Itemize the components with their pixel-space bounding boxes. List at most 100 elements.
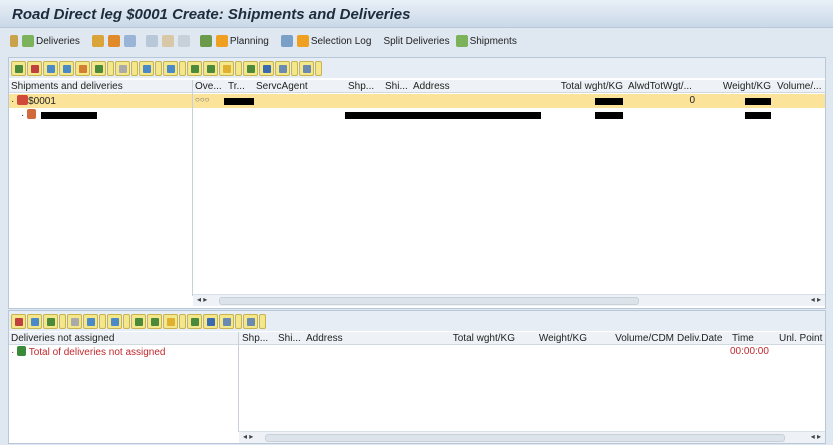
up-icon[interactable] bbox=[43, 60, 58, 76]
info-icon[interactable] bbox=[275, 60, 290, 76]
planning-button[interactable]: Planning bbox=[215, 35, 269, 47]
col-total-weight[interactable]: Total wght/KG bbox=[429, 333, 515, 344]
redacted-value bbox=[41, 112, 97, 119]
top-icon[interactable] bbox=[59, 60, 74, 76]
scroll-right-icon[interactable]: ◂ ▸ bbox=[811, 295, 821, 304]
col-unloading-point[interactable]: Unl. Point bbox=[779, 333, 822, 344]
scroll-left-icon[interactable]: ◂ ▸ bbox=[243, 432, 253, 441]
table-row[interactable]: · bbox=[9, 108, 825, 122]
dropdown-icon[interactable] bbox=[131, 60, 138, 76]
redacted-value bbox=[595, 112, 623, 119]
up-icon[interactable] bbox=[27, 313, 42, 329]
split-deliveries-button[interactable]: Split Deliveries bbox=[383, 36, 449, 47]
move-down-icon[interactable] bbox=[177, 35, 190, 47]
dropdown-icon[interactable] bbox=[315, 60, 322, 76]
collapse-icon[interactable] bbox=[11, 313, 26, 329]
info-icon[interactable] bbox=[219, 313, 234, 329]
col-ship-to[interactable]: Shi... bbox=[278, 333, 301, 344]
col-address[interactable]: Address bbox=[413, 81, 450, 92]
move-up-icon[interactable] bbox=[161, 35, 174, 47]
splitter[interactable] bbox=[192, 80, 193, 296]
scroll-left-icon[interactable]: ◂ ▸ bbox=[197, 295, 207, 304]
tree-node[interactable]: · Total of deliveries not assigned bbox=[11, 346, 165, 358]
selection-log-button[interactable]: Selection Log bbox=[296, 35, 371, 47]
col-volume[interactable]: Volume/CDM bbox=[591, 333, 674, 344]
col-transport[interactable]: Tr... bbox=[228, 81, 245, 92]
filter-icon[interactable] bbox=[139, 60, 154, 76]
sort-asc-icon[interactable] bbox=[187, 60, 202, 76]
tree-node[interactable]: · bbox=[21, 109, 37, 121]
col-address[interactable]: Address bbox=[306, 333, 343, 344]
shipment-icon bbox=[17, 95, 29, 105]
col-overview[interactable]: Ove... bbox=[195, 81, 222, 92]
sum-icon[interactable] bbox=[187, 313, 202, 329]
dropdown-icon[interactable] bbox=[179, 313, 186, 329]
splitter[interactable] bbox=[238, 332, 239, 432]
filter-icon[interactable] bbox=[83, 313, 98, 329]
horizontal-scrollbar[interactable]: ◂ ▸ ◂ ▸ bbox=[193, 294, 825, 306]
shipments-icon bbox=[455, 35, 468, 47]
dropdown-icon[interactable] bbox=[155, 60, 162, 76]
sort-icon[interactable] bbox=[163, 60, 178, 76]
shipments-button[interactable]: Shipments bbox=[455, 35, 517, 47]
col-weight[interactable]: Weight/KG bbox=[699, 81, 771, 92]
col-volume[interactable]: Volume/... bbox=[777, 81, 821, 92]
col-shipping-point[interactable]: Shp... bbox=[348, 81, 374, 92]
table-row[interactable]: · Total of deliveries not assigned 00:00… bbox=[9, 345, 825, 359]
layout-icon[interactable] bbox=[75, 60, 90, 76]
sum-icon[interactable] bbox=[243, 60, 258, 76]
col-weight[interactable]: Weight/KG bbox=[519, 333, 587, 344]
sort-asc-icon[interactable] bbox=[131, 313, 146, 329]
col-delivery-date[interactable]: Deliv.Date bbox=[677, 333, 722, 344]
dropdown-icon[interactable] bbox=[291, 60, 298, 76]
find-icon[interactable] bbox=[259, 60, 274, 76]
col-shipping-point[interactable]: Shp... bbox=[242, 333, 268, 344]
detail-icon[interactable] bbox=[67, 313, 82, 329]
scroll-thumb[interactable] bbox=[219, 297, 639, 305]
select-icon[interactable] bbox=[163, 313, 178, 329]
col-tree[interactable]: Deliveries not assigned bbox=[11, 333, 114, 344]
expand-icon[interactable] bbox=[11, 60, 26, 76]
print-icon[interactable] bbox=[243, 313, 258, 329]
dropdown-icon[interactable] bbox=[235, 60, 242, 76]
col-service-agent[interactable]: ServcAgent bbox=[256, 81, 308, 92]
col-time[interactable]: Time bbox=[732, 333, 754, 344]
settings-icon[interactable] bbox=[280, 35, 293, 47]
scroll-thumb[interactable] bbox=[265, 434, 785, 442]
dropdown-icon[interactable] bbox=[59, 313, 66, 329]
delete-icon[interactable] bbox=[145, 35, 158, 47]
print-icon[interactable] bbox=[299, 60, 314, 76]
col-ship-to[interactable]: Shi... bbox=[385, 81, 408, 92]
sort-desc-icon[interactable] bbox=[203, 60, 218, 76]
deliveries-button[interactable]: Deliveries bbox=[22, 35, 80, 47]
col-total-weight[interactable]: Total wght/KG bbox=[539, 81, 623, 92]
dropdown-icon[interactable] bbox=[235, 313, 242, 329]
check-icon[interactable] bbox=[91, 60, 106, 76]
redacted-value bbox=[595, 98, 623, 105]
dropdown-icon[interactable] bbox=[179, 60, 186, 76]
table-row[interactable]: · $0001 ○○○ 0 bbox=[9, 94, 825, 108]
check-icon[interactable] bbox=[43, 313, 58, 329]
sort-icon[interactable] bbox=[107, 313, 122, 329]
find-icon[interactable] bbox=[203, 313, 218, 329]
dropdown-icon[interactable] bbox=[107, 60, 114, 76]
redacted-value bbox=[345, 112, 541, 119]
horizontal-scrollbar[interactable]: ◂ ▸ ◂ ▸ bbox=[239, 431, 825, 443]
dropdown-icon[interactable] bbox=[259, 313, 266, 329]
scroll-right-icon[interactable]: ◂ ▸ bbox=[811, 432, 821, 441]
assign-icon[interactable] bbox=[123, 35, 136, 47]
tree-node[interactable]: · $0001 bbox=[11, 95, 56, 107]
dropdown-icon[interactable] bbox=[123, 313, 130, 329]
application-toolbar: Deliveries Planning Selection Log Split … bbox=[0, 28, 833, 54]
collapse-icon[interactable] bbox=[27, 60, 42, 76]
truck-icon[interactable] bbox=[107, 35, 120, 47]
select-icon[interactable] bbox=[219, 60, 234, 76]
detail-icon[interactable] bbox=[115, 60, 130, 76]
tree-icon[interactable] bbox=[10, 35, 18, 47]
col-tree[interactable]: Shipments and deliveries bbox=[11, 81, 123, 92]
sort-desc-icon[interactable] bbox=[147, 313, 162, 329]
dropdown-icon[interactable] bbox=[99, 313, 106, 329]
agent-icon[interactable] bbox=[91, 35, 104, 47]
col-allowed-weight[interactable]: AlwdTotWgt/... bbox=[628, 81, 692, 92]
copy-icon[interactable] bbox=[199, 35, 212, 47]
